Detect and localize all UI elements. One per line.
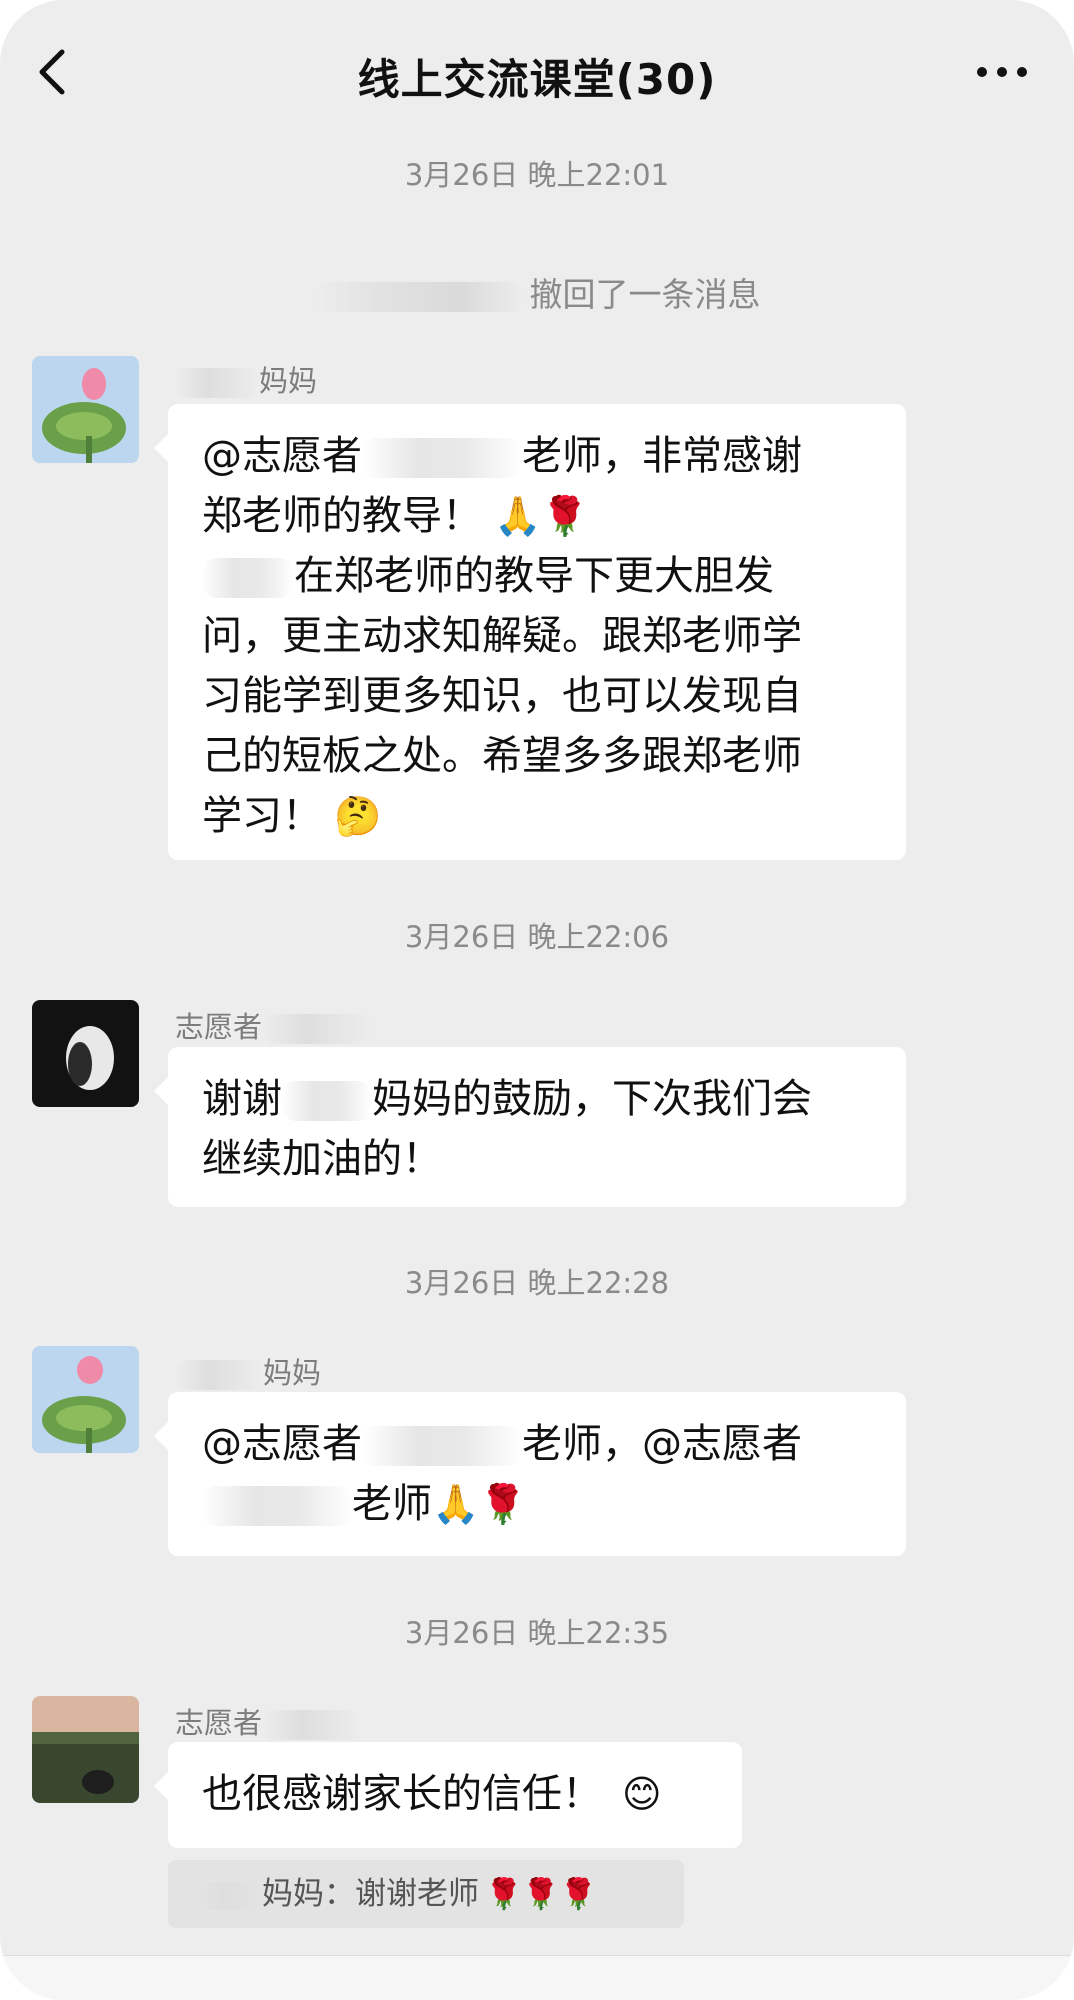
blurred-name — [175, 368, 259, 398]
blurred-text — [362, 1426, 522, 1466]
message-text: 在郑老师的教导下更大胆发 — [294, 553, 774, 599]
lotus-leaf-avatar-image — [32, 356, 139, 463]
quote-text: 妈妈：谢谢老师 — [262, 1876, 479, 1912]
timestamp: 3月26日 晚上22:35 — [404, 1616, 670, 1650]
top-bar: 线上交流课堂(30) — [0, 0, 1074, 150]
message-text: 也很感谢家长的信任！ — [202, 1771, 602, 1817]
blurred-name — [262, 1014, 373, 1044]
avatar[interactable] — [32, 1346, 139, 1453]
message-text: 妈妈的鼓励，下次我们会 — [372, 1076, 812, 1122]
blurred-text — [362, 438, 522, 478]
lotus-leaf-avatar-image — [32, 1346, 139, 1453]
emoji-thinking: 🤔 — [334, 794, 382, 838]
recall-text: 撤回了一条消息 — [529, 275, 761, 314]
blurred-name — [175, 1360, 263, 1390]
message-bubble[interactable]: 也很感谢家长的信任！ 😊 — [154, 1742, 742, 1848]
message-line: @志愿者 老师，@志愿者 — [202, 1414, 876, 1474]
message-text: 老师 — [352, 1481, 432, 1527]
message-line: 老师🙏🌹 — [202, 1474, 876, 1534]
blurred-text — [282, 1081, 372, 1121]
blurred-text — [202, 558, 294, 598]
mention-text: @志愿者 — [202, 1421, 362, 1467]
message-text: 郑老师的教导！ — [202, 493, 482, 539]
message-line: 也很感谢家长的信任！ 😊 — [202, 1764, 712, 1824]
input-bar[interactable] — [0, 1955, 1074, 2000]
landscape-avatar-image — [32, 1696, 139, 1803]
avatar[interactable] — [32, 356, 139, 463]
sender-label: 志愿者 — [175, 1706, 263, 1740]
message-text: 学习！ — [202, 793, 322, 839]
message-line: 郑老师的教导！ 🙏🌹 — [202, 486, 876, 546]
sender-label: 志愿者 — [175, 1010, 263, 1044]
sender-label: 妈妈 — [259, 364, 318, 398]
message-bubble[interactable]: 谢谢 妈妈的鼓励，下次我们会 继续加油的！ — [154, 1047, 906, 1207]
sender-name: 志愿者 — [175, 1700, 363, 1742]
message-text: 老师，非常感谢 — [522, 433, 802, 479]
message-line: 己的短板之处。希望多多跟郑老师 — [202, 733, 802, 779]
blurred-name — [313, 281, 524, 312]
avatar[interactable] — [32, 1000, 139, 1107]
emoji-pray-rose: 🙏🌹 — [432, 1482, 527, 1526]
message-text: 老师，@志愿者 — [522, 1421, 802, 1467]
system-message: 撤回了一条消息 — [0, 268, 1074, 316]
sender-name: 志愿者 — [175, 1004, 373, 1046]
message-bubble[interactable]: @志愿者 老师，@志愿者 老师🙏🌹 — [154, 1392, 906, 1556]
blurred-name — [262, 1710, 363, 1740]
emoji-rose: 🌹🌹🌹 — [485, 1877, 598, 1912]
sender-name: 妈妈 — [175, 1350, 321, 1392]
timestamp: 3月26日 晚上22:06 — [404, 920, 670, 954]
more-button[interactable] — [974, 60, 1030, 84]
chat-screen: 线上交流课堂(30) 3月26日 晚上22:01 撤回了一条消息 妈妈 @志愿者… — [0, 0, 1074, 2000]
message-line: 学习！ 🤔 — [202, 786, 876, 846]
quoted-message[interactable]: 妈妈：谢谢老师 🌹🌹🌹 — [168, 1860, 684, 1928]
message-text: 谢谢 — [202, 1076, 282, 1122]
message-line: @志愿者 老师，非常感谢 — [202, 426, 876, 486]
night-avatar-image — [32, 1000, 139, 1107]
blurred-text — [202, 1486, 352, 1526]
blurred-name — [198, 1881, 262, 1910]
emoji-pray-rose: 🙏🌹 — [494, 494, 589, 538]
emoji-smile: 😊 — [622, 1772, 662, 1816]
message-bubble[interactable]: @志愿者 老师，非常感谢 郑老师的教导！ 🙏🌹 在郑老师的教导下更大胆发 问，更主动… — [154, 404, 906, 860]
timestamp: 3月26日 晚上22:28 — [404, 1266, 670, 1300]
chat-title: 线上交流课堂(30) — [357, 55, 717, 104]
avatar[interactable] — [32, 1696, 139, 1803]
message-line: 习能学到更多知识，也可以发现自 — [202, 673, 802, 719]
sender-name: 妈妈 — [175, 358, 317, 400]
message-line: 继续加油的！ — [202, 1136, 442, 1182]
message-line: 问，更主动求知解疑。跟郑老师学 — [202, 613, 802, 659]
mention-text: @志愿者 — [202, 433, 362, 479]
message-line: 在郑老师的教导下更大胆发 — [202, 546, 876, 606]
sender-label: 妈妈 — [263, 1356, 322, 1390]
more-dots-icon — [977, 67, 1027, 77]
timestamp: 3月26日 晚上22:01 — [404, 158, 670, 192]
message-line: 谢谢 妈妈的鼓励，下次我们会 — [202, 1069, 876, 1129]
